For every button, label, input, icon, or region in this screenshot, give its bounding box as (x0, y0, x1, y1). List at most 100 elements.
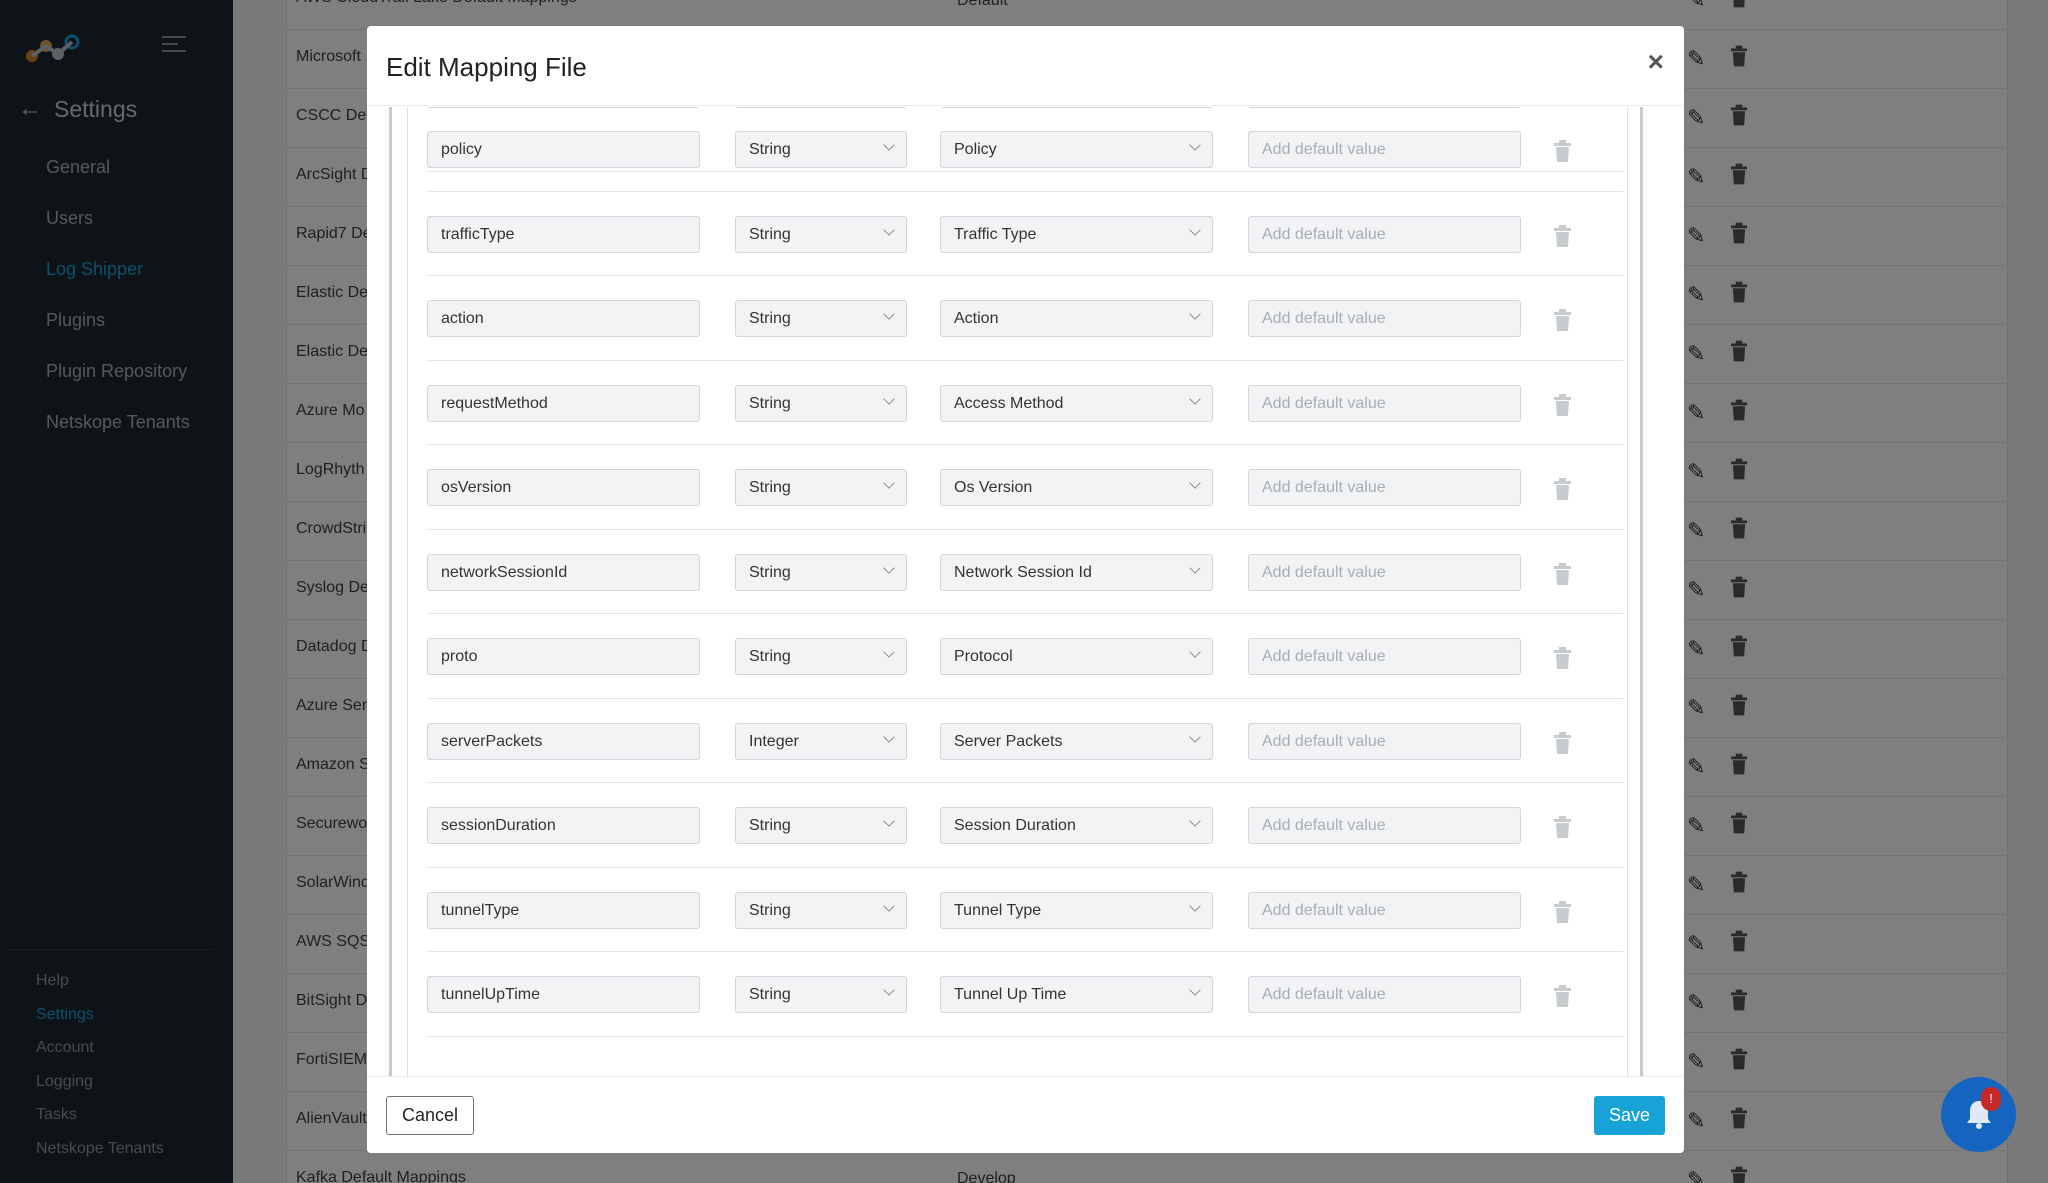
mapped-field-select[interactable]: Traffic Type (940, 215, 1213, 253)
field-name-input[interactable]: policy (427, 131, 700, 168)
mapped-field-select[interactable]: Tunnel Type (940, 891, 1213, 929)
chevron-down-icon (1189, 646, 1201, 658)
close-icon[interactable]: × (1648, 46, 1664, 78)
field-type-select[interactable]: String (735, 807, 907, 844)
mapped-field-select[interactable]: Session Duration (940, 807, 1213, 844)
mapped-field-select[interactable]: Network Session Id (940, 553, 1213, 591)
trash-icon[interactable] (1554, 224, 1571, 247)
mapped-field-value: Network Session Id (954, 563, 1092, 581)
save-button[interactable]: Save (1594, 1096, 1665, 1135)
chevron-down-icon (1189, 984, 1201, 996)
mapped-field-select[interactable]: Action (940, 300, 1213, 337)
trash-icon[interactable] (1554, 816, 1571, 838)
field-type-select[interactable]: String (735, 976, 907, 1013)
mapping-row: serverPackets Integer Server Packets Add de… (427, 699, 1623, 783)
chevron-down-icon (1189, 308, 1201, 320)
default-value-input[interactable]: Add default value (1248, 553, 1521, 591)
field-name-input[interactable]: action (427, 300, 700, 337)
field-type-select[interactable]: String (735, 131, 907, 168)
field-type-value: String (749, 394, 791, 412)
trash-icon[interactable] (1554, 985, 1571, 1007)
field-type-select[interactable]: Integer (735, 722, 907, 760)
chevron-down-icon (1189, 899, 1201, 912)
mapped-field-value: Protocol (954, 648, 1013, 665)
field-name-input[interactable]: proto (427, 638, 700, 675)
field-name-input[interactable]: serverPackets (427, 722, 700, 760)
mapping-row: networkSessionId String Network Session Id… (427, 530, 1623, 614)
field-type-value: String (749, 817, 791, 834)
trash-icon[interactable] (1554, 478, 1571, 500)
default-value-input[interactable]: Add default value (1248, 638, 1521, 675)
field-type-value: String (749, 648, 791, 665)
chevron-down-icon (883, 815, 895, 827)
trash-icon[interactable] (1554, 647, 1571, 669)
mapped-field-select[interactable]: Server Packets (940, 722, 1213, 760)
mapping-row: proto String Protocol Add default value (427, 614, 1623, 699)
default-value-input[interactable]: Add default value (1248, 722, 1521, 760)
notification-badge: ! (1981, 1087, 2001, 1111)
mapped-field-select[interactable]: Access Method (940, 384, 1213, 422)
modal-body[interactable]: policy String Policy Add default value traff… (367, 107, 1684, 1079)
default-value-input[interactable]: Add default value (1248, 469, 1521, 506)
field-name-input[interactable]: trafficType (427, 215, 700, 253)
mapping-row: tunnelType String Tunnel Type Add default v… (427, 868, 1623, 952)
mapped-field-select[interactable]: Protocol (940, 638, 1213, 675)
default-value-input[interactable]: Add default value (1248, 384, 1521, 422)
chevron-down-icon (883, 308, 895, 320)
default-value-input[interactable]: Add default value (1248, 807, 1521, 844)
chevron-down-icon (883, 223, 895, 236)
chevron-down-icon (883, 139, 895, 151)
field-type-select[interactable]: String (735, 384, 907, 422)
trash-icon[interactable] (1554, 731, 1571, 754)
chevron-down-icon (883, 899, 895, 912)
trash-icon[interactable] (1554, 309, 1571, 331)
trash-icon[interactable] (1554, 393, 1571, 416)
mapped-field-value: Tunnel Up Time (954, 986, 1067, 1003)
field-name-input[interactable]: osVersion (427, 469, 700, 506)
trash-icon[interactable] (1554, 562, 1571, 585)
chevron-down-icon (1189, 139, 1201, 151)
field-type-value: String (749, 901, 791, 919)
field-type-select[interactable]: String (735, 638, 907, 675)
chevron-down-icon (1189, 815, 1201, 827)
chevron-down-icon (883, 984, 895, 996)
field-type-value: Integer (749, 732, 799, 750)
mapped-field-value: Traffic Type (954, 225, 1037, 243)
mapped-field-select[interactable]: Tunnel Up Time (940, 976, 1213, 1013)
field-type-value: String (749, 479, 791, 496)
chevron-down-icon (883, 392, 895, 405)
mapping-row: sessionDuration String Session Duration Add… (427, 783, 1623, 868)
edit-mapping-modal: Edit Mapping File × policy String Policy Ad… (367, 26, 1684, 1153)
default-value-input[interactable]: Add default value (1248, 891, 1521, 929)
mapping-row: tunnelUpTime String Tunnel Up Time Add defa… (427, 952, 1623, 1037)
trash-icon[interactable] (1554, 900, 1571, 923)
field-type-select[interactable]: String (735, 469, 907, 506)
chevron-down-icon (1189, 223, 1201, 236)
field-name-input[interactable]: tunnelUpTime (427, 976, 700, 1013)
mapped-field-select[interactable]: Os Version (940, 469, 1213, 506)
chevron-down-icon (1189, 730, 1201, 743)
notification-bell-button[interactable] (1941, 1077, 2016, 1152)
mapped-field-select[interactable]: Policy (940, 131, 1213, 168)
field-type-select[interactable]: String (735, 215, 907, 253)
field-type-select[interactable]: String (735, 300, 907, 337)
default-value-input[interactable]: Add default value (1248, 131, 1521, 168)
chevron-down-icon (883, 561, 895, 574)
modal-header: Edit Mapping File × (367, 26, 1684, 106)
chevron-down-icon (1189, 477, 1201, 489)
field-type-select[interactable]: String (735, 891, 907, 929)
default-value-input[interactable]: Add default value (1248, 215, 1521, 253)
field-type-value: String (749, 141, 791, 158)
modal-footer: Cancel Save (367, 1076, 1684, 1153)
field-name-input[interactable]: requestMethod (427, 384, 700, 422)
field-name-input[interactable]: sessionDuration (427, 807, 700, 844)
field-name-input[interactable]: tunnelType (427, 891, 700, 929)
cancel-button[interactable]: Cancel (386, 1096, 474, 1135)
default-value-input[interactable]: Add default value (1248, 976, 1521, 1013)
trash-icon[interactable] (1554, 140, 1571, 162)
default-value-input[interactable]: Add default value (1248, 300, 1521, 337)
field-name-input[interactable]: networkSessionId (427, 553, 700, 591)
mapped-field-value: Os Version (954, 479, 1033, 496)
field-type-select[interactable]: String (735, 553, 907, 591)
mapping-row: trafficType String Traffic Type Add default… (427, 192, 1623, 276)
